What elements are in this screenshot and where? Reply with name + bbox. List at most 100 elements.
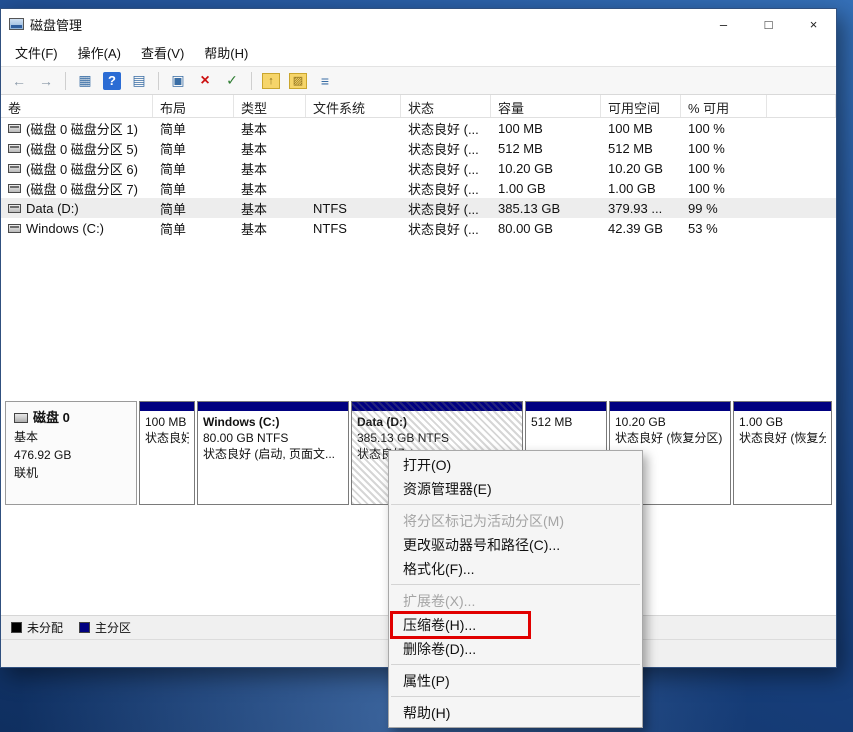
cell-type: 基本 <box>234 119 306 138</box>
volume-icon <box>8 124 21 133</box>
back-icon[interactable]: ← <box>7 70 31 92</box>
menu-item-format[interactable]: 格式化(F)... <box>389 557 642 581</box>
col-percent-free[interactable]: % 可用 <box>681 95 767 117</box>
volume-row[interactable]: (磁盘 0 磁盘分区 6) 简单 基本 状态良好 (... 10.20 GB 1… <box>1 158 836 178</box>
primary-partition-band <box>198 402 348 411</box>
cell-free: 1.00 GB <box>601 181 681 196</box>
cell-capacity: 100 MB <box>491 121 601 136</box>
volume-list: 卷 布局 类型 文件系统 状态 容量 可用空间 % 可用 (磁盘 0 磁盘分区 … <box>1 95 836 393</box>
check-icon[interactable]: ✓ <box>220 70 244 92</box>
disk-0-info-panel[interactable]: 磁盘 0 基本 476.92 GB 联机 <box>5 401 137 505</box>
volume-list-header: 卷 布局 类型 文件系统 状态 容量 可用空间 % 可用 <box>1 95 836 118</box>
cell-layout: 简单 <box>153 119 234 138</box>
disk-icon <box>14 413 28 423</box>
primary-partition-band <box>140 402 194 411</box>
delete-volume-icon[interactable]: × <box>193 70 217 92</box>
partition-100mb[interactable]: 100 MB 状态良好 <box>139 401 195 505</box>
cell-capacity: 10.20 GB <box>491 161 601 176</box>
primary-partition-band <box>526 402 606 411</box>
export-icon[interactable]: ▣ <box>166 70 190 92</box>
cell-status: 状态良好 (... <box>401 199 491 218</box>
cell-type: 基本 <box>234 219 306 238</box>
cell-percent: 100 % <box>681 121 767 136</box>
menu-separator <box>389 661 642 669</box>
cell-percent: 100 % <box>681 181 767 196</box>
menu-item-open[interactable]: 打开(O) <box>389 453 642 477</box>
cell-status: 状态良好 (... <box>401 179 491 198</box>
col-free-space[interactable]: 可用空间 <box>601 95 681 117</box>
close-button[interactable]: × <box>791 9 836 39</box>
legend-label: 未分配 <box>27 619 63 636</box>
cell-layout: 简单 <box>153 139 234 158</box>
volume-row[interactable]: (磁盘 0 磁盘分区 1) 简单 基本 状态良好 (... 100 MB 100… <box>1 118 836 138</box>
volume-icon <box>8 144 21 153</box>
menu-file[interactable]: 文件(F) <box>7 40 66 65</box>
list-icon[interactable]: ≡ <box>313 70 337 92</box>
menu-action[interactable]: 操作(A) <box>70 40 129 65</box>
cell-free: 512 MB <box>601 141 681 156</box>
menu-item-extend-volume: 扩展卷(X)... <box>389 589 642 613</box>
cell-free: 42.39 GB <box>601 221 681 236</box>
cell-volume: (磁盘 0 磁盘分区 5) <box>26 139 138 158</box>
volume-row[interactable]: (磁盘 0 磁盘分区 7) 简单 基本 状态良好 (... 1.00 GB 1.… <box>1 178 836 198</box>
window-title: 磁盘管理 <box>30 15 82 34</box>
legend-unallocated: 未分配 <box>11 619 63 636</box>
partition-status: 状态良好 (恢复分区) <box>739 430 826 446</box>
cell-layout: 简单 <box>153 219 234 238</box>
partition-1gb-recovery[interactable]: 1.00 GB 状态良好 (恢复分区) <box>733 401 832 505</box>
volume-icon <box>8 204 21 213</box>
cell-volume: Data (D:) <box>26 201 79 216</box>
menubar: 文件(F) 操作(A) 查看(V) 帮助(H) <box>1 39 836 66</box>
volume-row-windows-c[interactable]: Windows (C:) 简单 基本 NTFS 状态良好 (... 80.00 … <box>1 218 836 238</box>
menu-item-help[interactable]: 帮助(H) <box>389 701 642 725</box>
col-type[interactable]: 类型 <box>234 95 306 117</box>
menu-item-explorer[interactable]: 资源管理器(E) <box>389 477 642 501</box>
help-icon[interactable]: ? <box>103 72 121 90</box>
menu-separator <box>389 581 642 589</box>
col-layout[interactable]: 布局 <box>153 95 234 117</box>
menu-item-change-drive-letter[interactable]: 更改驱动器号和路径(C)... <box>389 533 642 557</box>
cell-capacity: 385.13 GB <box>491 201 601 216</box>
forward-icon[interactable]: → <box>34 70 58 92</box>
partition-context-menu: 打开(O) 资源管理器(E) 将分区标记为活动分区(M) 更改驱动器号和路径(C… <box>388 450 643 728</box>
cell-layout: 简单 <box>153 179 234 198</box>
show-window-icon[interactable]: ▤ <box>127 70 151 92</box>
console-tree-icon[interactable]: ▦ <box>73 70 97 92</box>
col-volume[interactable]: 卷 <box>1 95 153 117</box>
menu-item-delete-volume[interactable]: 删除卷(D)... <box>389 637 642 661</box>
window-controls: – □ × <box>701 9 836 39</box>
partition-size: 385.13 GB NTFS <box>357 430 517 446</box>
disk-status: 联机 <box>14 464 128 482</box>
col-status[interactable]: 状态 <box>401 95 491 117</box>
find-icon[interactable]: ▨ <box>289 73 307 89</box>
desktop-background: 磁盘管理 – □ × 文件(F) 操作(A) 查看(V) 帮助(H) ← → ▦… <box>0 0 853 732</box>
menu-help[interactable]: 帮助(H) <box>196 40 256 65</box>
partition-size: 10.20 GB <box>615 414 725 430</box>
toolbar: ← → ▦ ? ▤ ▣ × ✓ ↑ ▨ ≡ <box>1 66 836 95</box>
menu-item-shrink-volume[interactable]: 压缩卷(H)... <box>389 613 642 637</box>
menu-item-properties[interactable]: 属性(P) <box>389 669 642 693</box>
titlebar[interactable]: 磁盘管理 – □ × <box>1 9 836 39</box>
minimize-button[interactable]: – <box>701 9 746 39</box>
toolbar-separator <box>65 72 66 90</box>
cell-percent: 100 % <box>681 161 767 176</box>
partition-size: 80.00 GB NTFS <box>203 430 343 446</box>
col-filesystem[interactable]: 文件系统 <box>306 95 401 117</box>
partition-windows-c[interactable]: Windows (C:) 80.00 GB NTFS 状态良好 (启动, 页面文… <box>197 401 349 505</box>
up-folder-icon[interactable]: ↑ <box>262 73 280 89</box>
menu-view[interactable]: 查看(V) <box>133 40 192 65</box>
cell-status: 状态良好 (... <box>401 139 491 158</box>
volume-icon <box>8 224 21 233</box>
partition-size: 100 MB <box>145 414 189 430</box>
disk-management-app-icon <box>9 18 24 30</box>
volume-row[interactable]: (磁盘 0 磁盘分区 5) 简单 基本 状态良好 (... 512 MB 512… <box>1 138 836 158</box>
cell-filesystem: NTFS <box>306 221 401 236</box>
partition-size: 512 MB <box>531 414 601 430</box>
primary-partition-swatch <box>79 622 90 633</box>
primary-partition-band <box>352 402 522 411</box>
cell-type: 基本 <box>234 139 306 158</box>
maximize-button[interactable]: □ <box>746 9 791 39</box>
col-capacity[interactable]: 容量 <box>491 95 601 117</box>
shrink-volume-label: 压缩卷(H)... <box>403 617 476 633</box>
volume-row-data-d[interactable]: Data (D:) 简单 基本 NTFS 状态良好 (... 385.13 GB… <box>1 198 836 218</box>
